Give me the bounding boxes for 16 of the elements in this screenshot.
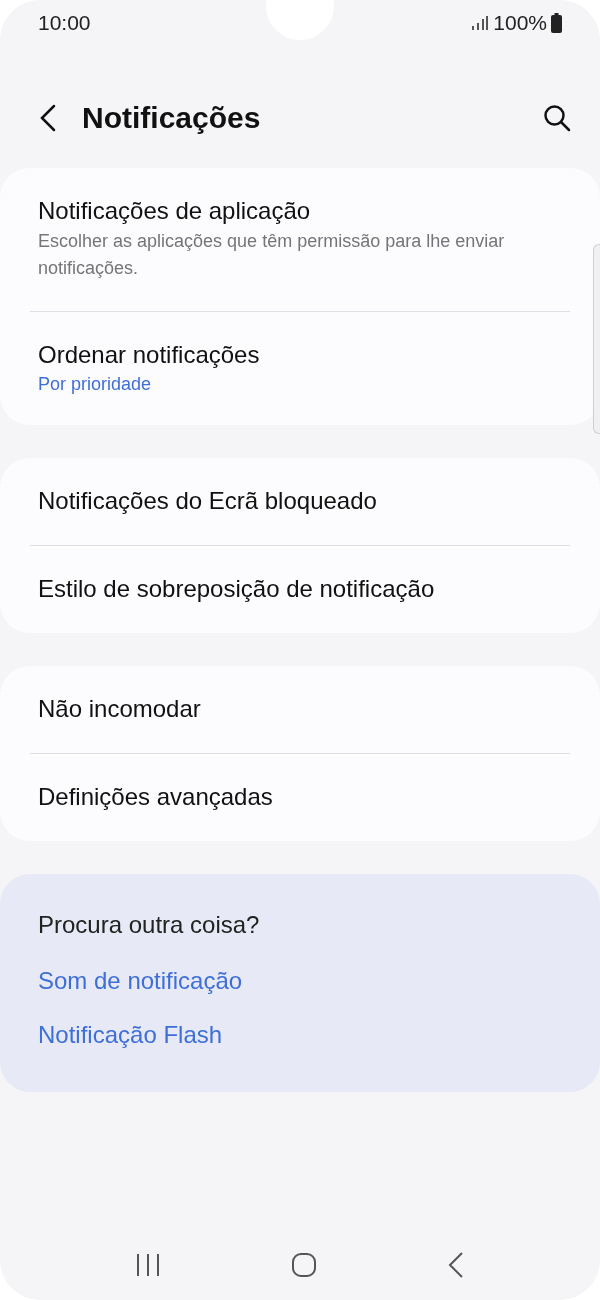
suggestion-link[interactable]: Som de notificação xyxy=(38,954,243,1008)
battery-icon xyxy=(551,13,562,33)
setting-title[interactable]: Definições avançadas xyxy=(38,782,562,812)
battery-percentage: 100% xyxy=(493,11,547,35)
setting-description: Escolher as aplicações que têm permissão para lhe enviar notificações. xyxy=(38,230,506,280)
suggestions-title: Procura outra coisa? xyxy=(38,910,261,940)
page-title: Notificações xyxy=(82,101,262,135)
signal-icon xyxy=(471,15,490,31)
setting-title[interactable]: Não incomodar xyxy=(38,694,562,724)
setting-title[interactable]: Estilo de sobreposição de notificação xyxy=(38,574,562,604)
setting-title[interactable]: Notificações de aplicação xyxy=(38,196,562,226)
setting-value: Por prioridade xyxy=(38,373,153,396)
status-time: 10:00 xyxy=(38,11,91,35)
suggestion-link[interactable]: Notificação Flash xyxy=(38,1008,223,1062)
setting-title[interactable]: Ordenar notificações xyxy=(38,340,562,370)
setting-title[interactable]: Notificações do Ecrã bloqueado xyxy=(38,486,562,516)
